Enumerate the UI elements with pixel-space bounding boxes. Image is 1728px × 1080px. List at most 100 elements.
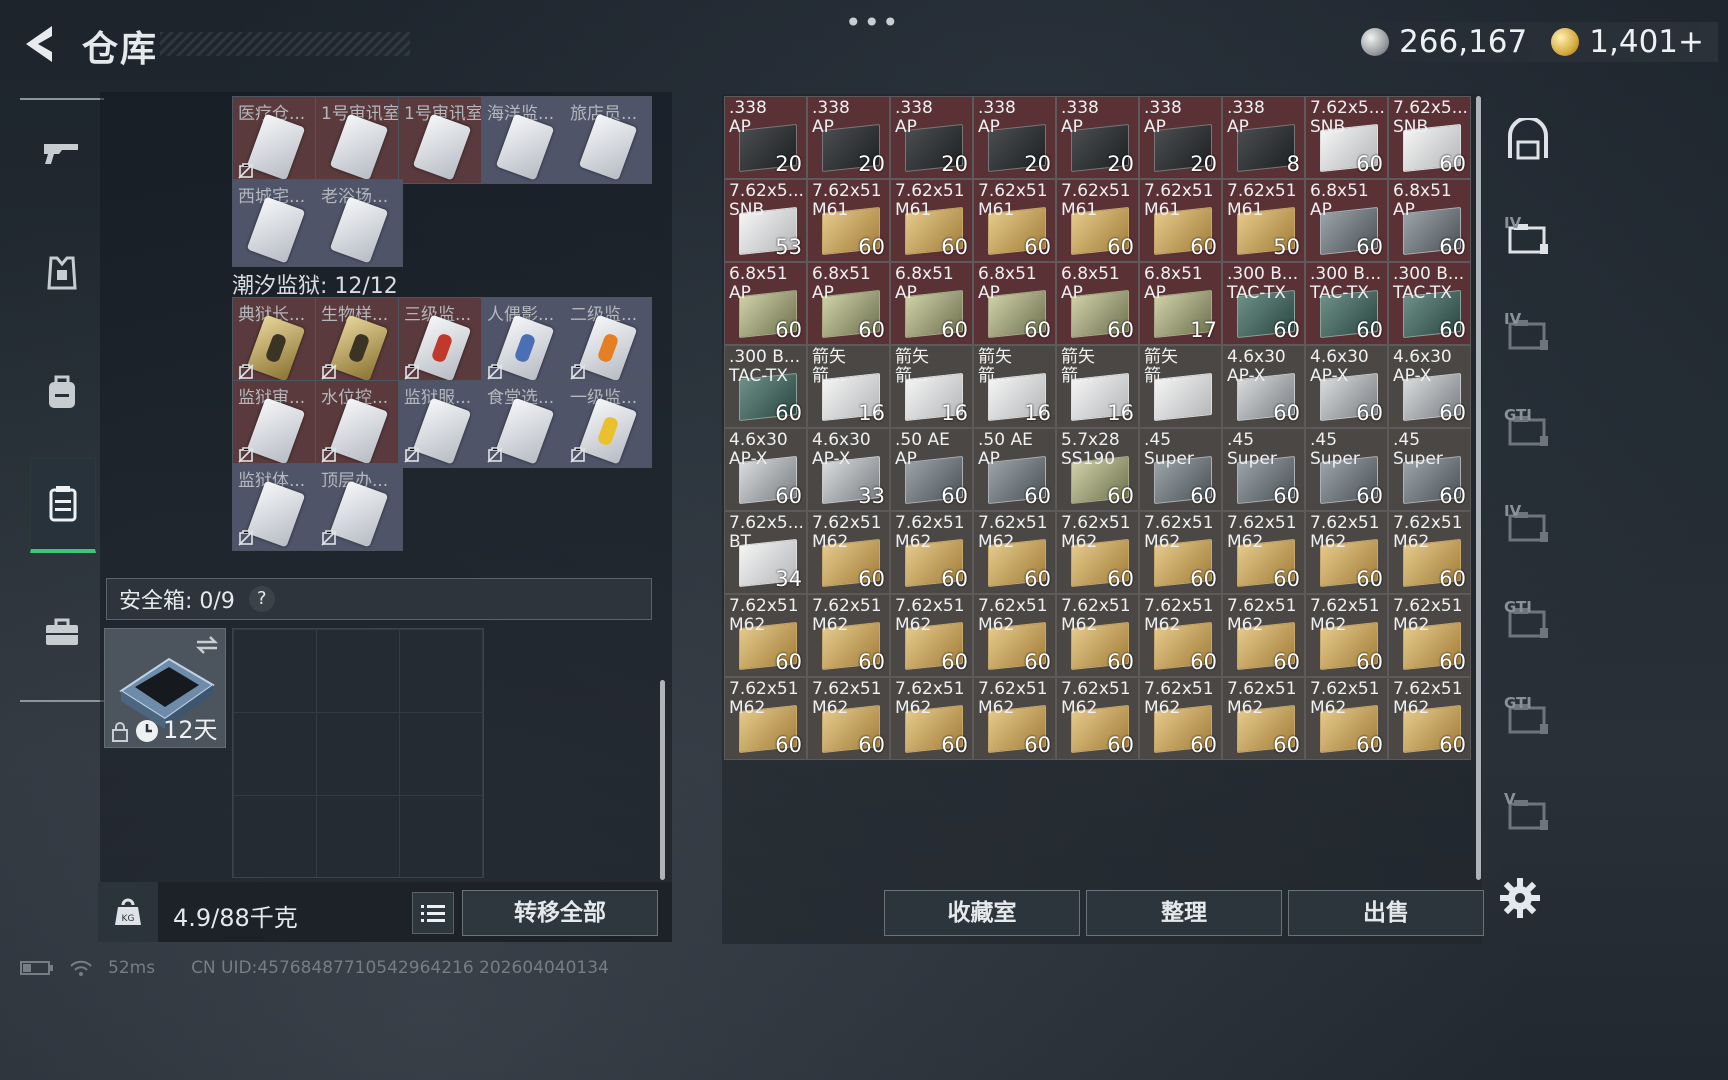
ammo-item[interactable]: .338 AP 20 [1139, 96, 1222, 179]
keycard-item[interactable]: 监狱审... [232, 380, 320, 468]
ammo-item[interactable]: 7.62x51 M62 60 [724, 677, 807, 760]
ammo-item[interactable]: 7.62x51 M62 60 [807, 677, 890, 760]
sort-button[interactable]: 整理 [1086, 890, 1282, 936]
ammo-item[interactable]: 6.8x51 AP 60 [807, 262, 890, 345]
transfer-all-button[interactable]: 转移全部 [462, 890, 658, 936]
ammo-item[interactable]: 5.7x28 SS190 60 [1056, 428, 1139, 511]
safebox-slots[interactable] [232, 628, 484, 878]
ammo-item[interactable]: .338 AP 20 [724, 96, 807, 179]
ammo-item[interactable]: 4.6x30 AP-X 60 [724, 428, 807, 511]
keycard-item[interactable]: 生物样... [315, 297, 403, 385]
ammo-item[interactable]: 7.62x51 M62 60 [1222, 677, 1305, 760]
keycard-item[interactable]: 水位控... [315, 380, 403, 468]
ammo-item[interactable]: 4.6x30 AP-X 60 [1222, 345, 1305, 428]
nav-weapons[interactable] [30, 108, 94, 198]
ammo-item[interactable]: 6.8x51 AP 17 [1139, 262, 1222, 345]
ammo-item[interactable]: .50 AE AP 60 [890, 428, 973, 511]
ammo-item[interactable]: 7.62x51 M62 60 [807, 594, 890, 677]
help-icon[interactable]: ? [248, 586, 275, 612]
sell-button[interactable]: 出售 [1288, 890, 1484, 936]
keycard-item[interactable]: 监狱服... [398, 380, 486, 468]
ammo-item[interactable]: 7.62x51 M61 60 [1139, 179, 1222, 262]
ammo-item[interactable]: .338 AP 20 [890, 96, 973, 179]
ammo-item[interactable]: 4.6x30 AP-X 60 [1388, 345, 1471, 428]
ammo-item[interactable]: 7.62x5... SNB 53 [724, 179, 807, 262]
ammo-item[interactable]: .45 Super 60 [1388, 428, 1471, 511]
right-nav-v-folder[interactable]: V [1498, 784, 1558, 844]
ammo-item[interactable]: .300 B... TAC-TX 60 [1305, 262, 1388, 345]
ammo-item[interactable]: .338 AP 20 [973, 96, 1056, 179]
settings-gear-icon[interactable] [1498, 876, 1542, 920]
ammo-item[interactable]: 7.62x51 M62 60 [1305, 677, 1388, 760]
ammo-item[interactable]: 6.8x51 AP 60 [1056, 262, 1139, 345]
nav-backpack[interactable] [30, 346, 94, 436]
nav-briefcase[interactable] [30, 588, 94, 678]
ammo-item[interactable]: 箭矢 箭... 16 [807, 345, 890, 428]
ammo-item[interactable]: 7.62x51 M62 60 [1222, 594, 1305, 677]
ammo-item[interactable]: 箭矢 箭... [1139, 345, 1222, 428]
ammo-item[interactable]: 6.8x51 AP 60 [1305, 179, 1388, 262]
ammo-item[interactable]: 箭矢 箭... 16 [890, 345, 973, 428]
swap-icon[interactable] [195, 635, 219, 655]
ammo-item[interactable]: 7.62x51 M62 60 [1139, 677, 1222, 760]
ammo-item[interactable]: 7.62x51 M62 60 [1388, 677, 1471, 760]
ammo-item[interactable]: 7.62x51 M61 60 [807, 179, 890, 262]
ammo-item[interactable]: .300 B... TAC-TX 60 [1388, 262, 1471, 345]
ammo-item[interactable]: 箭矢 箭... 16 [1056, 345, 1139, 428]
ammo-item[interactable]: 7.62x51 M62 60 [1305, 511, 1388, 594]
ammo-item[interactable]: .338 AP 20 [1056, 96, 1139, 179]
keycard-item[interactable]: 典狱长... [232, 297, 320, 385]
list-view-button[interactable] [412, 892, 454, 934]
ammo-item[interactable]: .45 Super 60 [1222, 428, 1305, 511]
right-nav-iv-add[interactable]: IV [1498, 496, 1558, 556]
keycard-item[interactable]: 1号审讯室 [398, 96, 486, 184]
ammo-item[interactable]: 7.62x51 M62 60 [1139, 594, 1222, 677]
ammo-item[interactable]: 7.62x51 M62 60 [1388, 511, 1471, 594]
ammo-item[interactable]: 7.62x5... SNB 60 [1388, 96, 1471, 179]
left-scrollbar[interactable] [660, 680, 665, 880]
ammo-item[interactable]: 7.62x51 M62 60 [890, 594, 973, 677]
keycard-item[interactable]: 西城宅... [232, 179, 320, 267]
ammo-item[interactable]: 7.62x51 M62 60 [973, 511, 1056, 594]
ammo-item[interactable]: .45 Super 60 [1305, 428, 1388, 511]
keycard-item[interactable]: 海洋监... [481, 96, 569, 184]
ammo-item[interactable]: 6.8x51 AP 60 [973, 262, 1056, 345]
right-nav-folder-iv-dim[interactable]: IV [1498, 304, 1558, 364]
ammo-item[interactable]: 7.62x51 M62 60 [1056, 594, 1139, 677]
nav-vest[interactable] [30, 228, 94, 318]
keycard-item[interactable]: 一级监... [564, 380, 652, 468]
ammo-item[interactable]: 箭矢 箭... 16 [973, 345, 1056, 428]
right-nav-gti-case[interactable]: GTI [1498, 592, 1558, 652]
ammo-item[interactable]: 7.62x51 M62 60 [1139, 511, 1222, 594]
right-scrollbar[interactable] [1476, 96, 1481, 880]
ammo-item[interactable]: .338 AP 20 [807, 96, 890, 179]
ammo-item[interactable]: 7.62x51 M62 60 [890, 677, 973, 760]
keycard-item[interactable]: 1号审讯室 [315, 96, 403, 184]
ammo-item[interactable]: .338 AP 8 [1222, 96, 1305, 179]
ammo-item[interactable]: 7.62x51 M62 60 [1388, 594, 1471, 677]
right-nav-folder-iv[interactable]: IV [1498, 208, 1558, 268]
ammo-item[interactable]: 4.6x30 AP-X 60 [1305, 345, 1388, 428]
keycard-item[interactable]: 监狱体... [232, 463, 320, 551]
right-nav-vault[interactable] [1498, 112, 1558, 172]
collection-room-button[interactable]: 收藏室 [884, 890, 1080, 936]
ammo-item[interactable]: 7.62x5... SNB 60 [1305, 96, 1388, 179]
right-nav-gti-rack[interactable]: GTI [1498, 400, 1558, 460]
nav-storage[interactable] [30, 458, 96, 553]
keycard-item[interactable]: 旅店员... [564, 96, 652, 184]
ammo-item[interactable]: 7.62x51 M62 60 [807, 511, 890, 594]
ammo-item[interactable]: 7.62x51 M62 60 [1056, 677, 1139, 760]
ammo-item[interactable]: .45 Super 60 [1139, 428, 1222, 511]
ammo-item[interactable]: 6.8x51 AP 60 [890, 262, 973, 345]
ammo-item[interactable]: 7.62x51 M62 60 [724, 594, 807, 677]
ammo-item[interactable]: 7.62x51 M61 50 [1222, 179, 1305, 262]
ammo-item[interactable]: 6.8x51 AP 60 [1388, 179, 1471, 262]
keycard-item[interactable]: 三级监... [398, 297, 486, 385]
keycard-item[interactable]: 二级监... [564, 297, 652, 385]
ammo-item[interactable]: 6.8x51 AP 60 [724, 262, 807, 345]
ammo-item[interactable]: 7.62x51 M61 60 [890, 179, 973, 262]
ammo-item[interactable]: 7.62x51 M62 60 [973, 594, 1056, 677]
ammo-item[interactable]: .50 AE AP 60 [973, 428, 1056, 511]
ammo-item[interactable]: 4.6x30 AP-X 33 [807, 428, 890, 511]
keycard-item[interactable]: 顶层办... [315, 463, 403, 551]
